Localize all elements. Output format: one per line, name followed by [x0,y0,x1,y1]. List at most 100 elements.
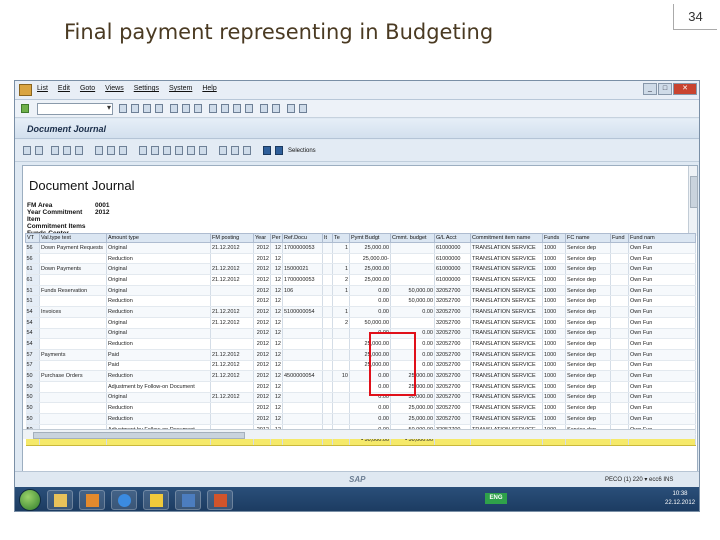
table-row[interactable]: 51 Reduction 2012 12 0.00 50,000.00 32052700 TR… [25,295,696,308]
cancel-icon[interactable] [155,104,163,113]
selections-icon[interactable] [275,146,283,155]
subtotal-icon[interactable] [107,146,115,155]
change-layout-icon[interactable] [119,146,127,155]
enter-icon[interactable] [21,104,29,113]
table-row[interactable]: 56 Down Payment Requests Original 21.12.201… [25,242,696,254]
table-row[interactable]: 61 Original 21.12.2012 2012 12 1700000053 2 25,… [25,274,696,286]
new-session-icon[interactable] [260,104,268,113]
column-header[interactable]: Funds [542,233,566,243]
spreadsheet-icon[interactable] [219,146,227,155]
table-row[interactable]: 56 Reduction 2012 12 25,000.00- 61000000 TRANS… [25,253,696,265]
grid-horizontal-scrollbar[interactable] [23,429,695,439]
save-icon[interactable] [119,104,127,113]
table-row[interactable]: 50 Original 21.12.2012 2012 12 0.00 50,000.00 3… [25,392,696,404]
language-badge[interactable]: ENG [485,493,507,504]
table-row[interactable]: 50 Reduction 2012 12 0.00 25,000.00 32052700 TR… [25,413,696,425]
menu-item[interactable]: Settings [134,85,159,92]
next-column-icon[interactable] [163,146,171,155]
filter-icon[interactable] [75,146,83,155]
column-header[interactable]: It [322,233,333,243]
selections-button[interactable]: Selections [288,148,316,154]
information-icon[interactable] [263,146,271,155]
table-row[interactable]: 54 Original 21.12.2012 2012 12 2 50,000.00 3205… [25,317,696,329]
column-header[interactable]: FM posting [210,233,254,243]
table-cell: TRANSLATION SERVICE [470,253,543,265]
column-header[interactable]: Per [270,233,283,243]
first-page-icon[interactable] [209,104,217,113]
table-row[interactable]: 50 Purchase Orders Reduction 21.12.2012 2012… [25,370,696,382]
layout-icon[interactable] [299,104,307,113]
menu-item[interactable]: List [37,85,48,92]
table-row[interactable]: 61 Down Payments Original 21.12.2012 2012 12 1… [25,263,696,276]
table-row[interactable]: 51 Funds Reservation Original 2012 12 106 1 0.0… [25,285,696,297]
sort-descending-icon[interactable] [63,146,71,155]
column-header[interactable]: Ref.Docu [282,233,323,243]
table-cell: 2012 [253,360,271,372]
export-icon[interactable] [187,146,195,155]
print-preview-icon[interactable] [199,146,207,155]
table-cell: Reduction [106,338,211,350]
shortcut-icon[interactable] [272,104,280,113]
find-icon[interactable] [182,104,190,113]
table-row[interactable]: 57 Payments Paid 21.12.2012 2012 12 25,000.00 0… [25,349,696,361]
column-header[interactable]: Fund nam [628,233,696,243]
column-header[interactable]: Amount type [106,233,211,243]
previous-page-icon[interactable] [221,104,229,113]
table-row[interactable]: 57 Paid 21.12.2012 2012 12 25,000.00 0.00 32052… [25,360,696,372]
maximize-icon[interactable]: □ [658,83,672,95]
menu-item[interactable]: Views [105,85,124,92]
menu-item[interactable]: System [169,85,192,92]
menu-item[interactable]: Help [202,85,216,92]
sort-ascending-icon[interactable] [51,146,59,155]
find-next-icon[interactable] [194,104,202,113]
word-processing-icon[interactable] [231,146,239,155]
local-file-icon[interactable] [243,146,251,155]
taskbar-sap-gui[interactable] [175,490,201,510]
column-header[interactable]: Fund [610,233,629,243]
close-icon[interactable]: ✕ [673,83,697,95]
column-header[interactable]: VT [25,233,40,243]
column-header[interactable]: Cmmt. budget [390,233,435,243]
exit-icon[interactable] [143,104,151,113]
command-field[interactable] [37,103,113,115]
taskbar-internet-explorer[interactable] [111,490,137,510]
column-header[interactable]: Te [332,233,350,243]
taskbar-explorer[interactable] [47,490,73,510]
table-cell: 25,000.00 [390,402,435,414]
taskbar-outlook[interactable] [79,490,105,510]
menu-item[interactable]: Goto [80,85,95,92]
column-header[interactable]: Pymt Budgt [349,233,391,243]
taskbar-clock[interactable]: 10:38 22.12.2012 [665,490,695,508]
table-row[interactable]: 50 Adjustment by Follow-on Document 201212… [25,381,696,393]
column-header[interactable]: Year [253,233,271,243]
table-row[interactable]: 54 Reduction 2012 12 25,000.00 0.00 32052700 TR… [25,338,696,350]
last-column-icon[interactable] [175,146,183,155]
table-cell: 2012 [253,285,271,297]
print-icon[interactable] [170,104,178,113]
menu-item[interactable]: Edit [58,85,70,92]
table-row[interactable]: 50 Reduction 2012 12 0.00 25,000.00 32052700 TR… [25,402,696,414]
minimize-icon[interactable]: _ [643,83,657,95]
taskbar-powerpoint[interactable] [207,490,233,510]
back-icon[interactable] [131,104,139,113]
table-cell: 1000 [542,349,566,361]
taskbar-sap-logon[interactable] [143,490,169,510]
refresh-icon[interactable] [35,146,43,155]
details-icon[interactable] [23,146,31,155]
table-row[interactable]: 54 Invoices Reduction 21.12.2012 2012 12 51000… [25,306,696,318]
column-header[interactable]: Val.type text [39,233,107,243]
column-header[interactable]: Commitment item name [470,233,543,243]
header-scrollbar[interactable] [688,166,698,236]
sap-menu-icon[interactable] [19,84,32,96]
next-page-icon[interactable] [233,104,241,113]
column-header[interactable]: FC name [565,233,611,243]
help-icon[interactable] [287,104,295,113]
powerpoint-icon [214,494,227,507]
column-header[interactable]: G/L Acct [434,233,471,243]
last-page-icon[interactable] [245,104,253,113]
table-row[interactable]: 54 Original 2012 12 0.00 0.00 32052700 TRANSLAT… [25,328,696,340]
total-icon[interactable] [95,146,103,155]
first-column-icon[interactable] [139,146,147,155]
previous-column-icon[interactable] [151,146,159,155]
start-button[interactable] [19,489,41,511]
